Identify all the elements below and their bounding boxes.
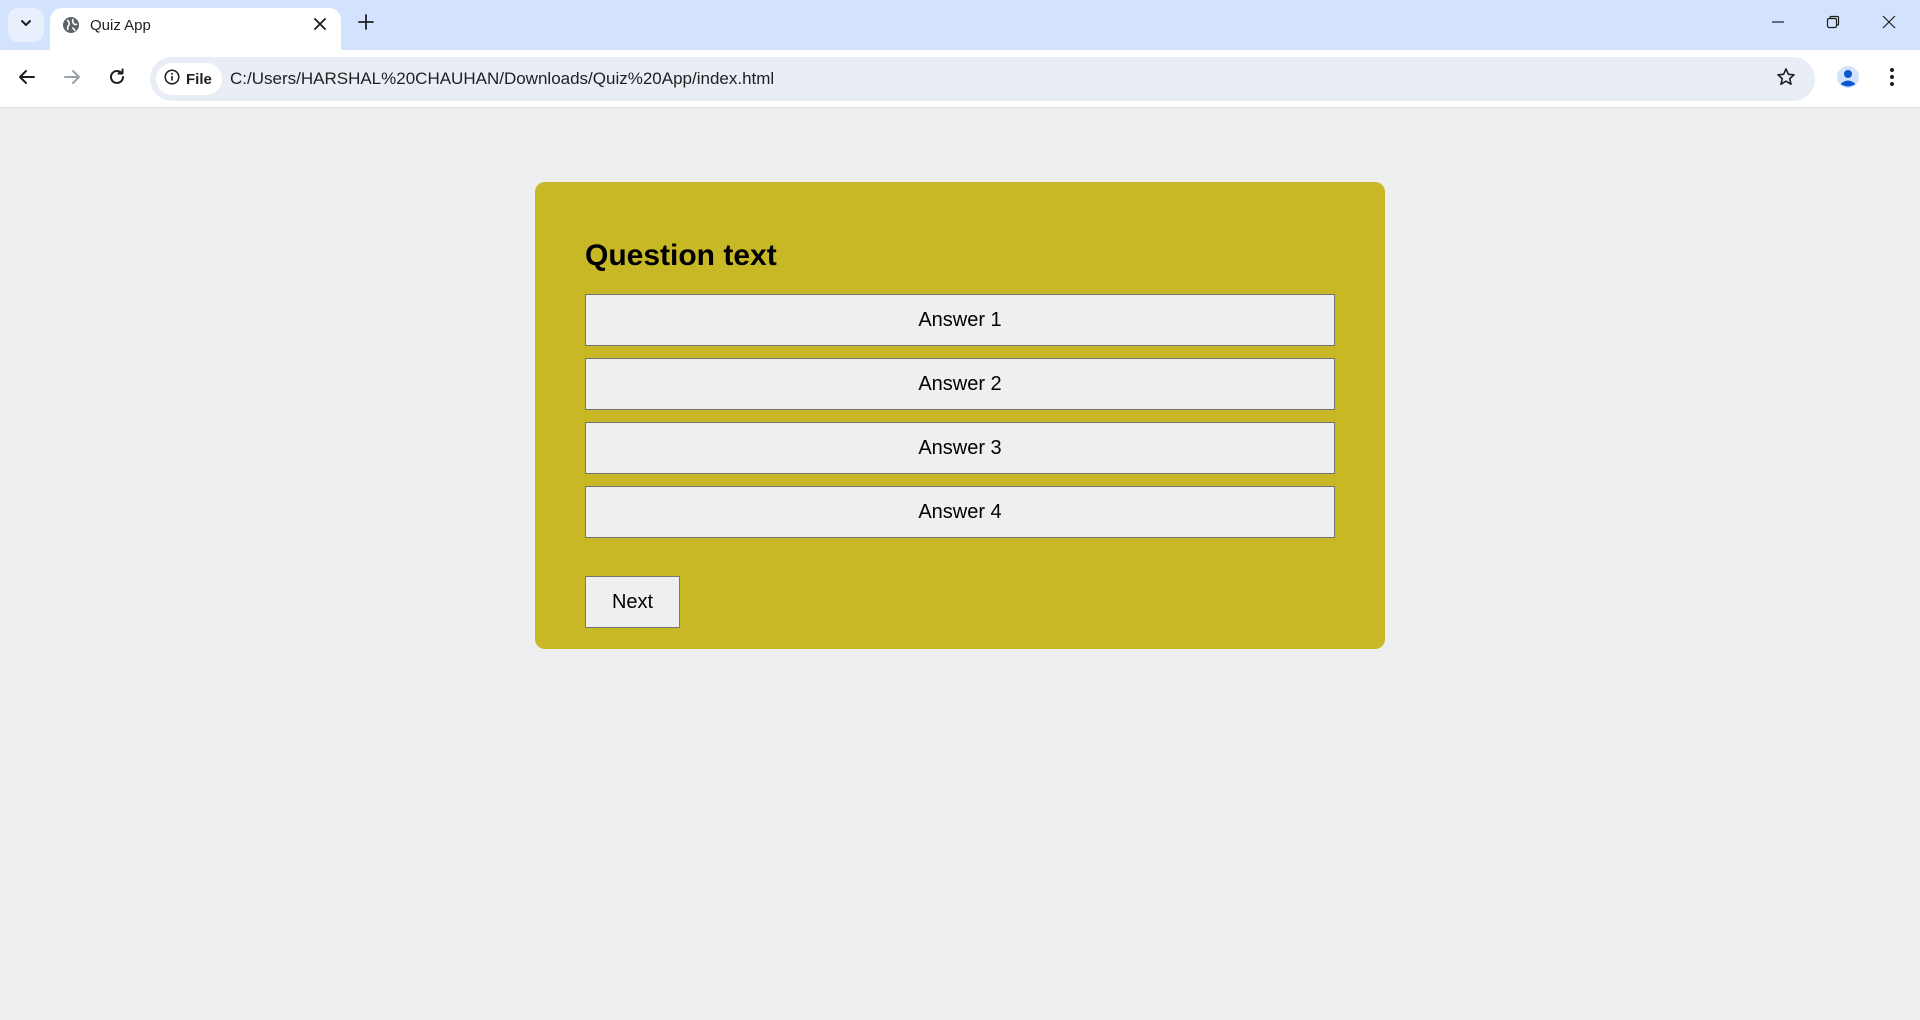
bookmark-button[interactable] (1772, 65, 1800, 93)
tab-close-button[interactable] (308, 14, 332, 38)
site-info-chip[interactable]: File (156, 63, 222, 95)
site-chip-label: File (186, 70, 212, 88)
plus-icon (358, 13, 374, 35)
minimize-icon (1771, 15, 1785, 34)
new-tab-button[interactable] (352, 10, 380, 38)
close-icon (1882, 15, 1896, 34)
answer-button-3[interactable]: Answer 3 (585, 422, 1335, 474)
reload-button[interactable] (99, 61, 135, 97)
browser-menu-button[interactable] (1874, 61, 1910, 97)
star-icon (1776, 67, 1796, 92)
chevron-down-icon (19, 16, 33, 35)
close-icon (314, 17, 326, 35)
close-window-button[interactable] (1866, 6, 1912, 42)
reload-icon (108, 68, 126, 91)
profile-icon (1836, 65, 1860, 94)
answer-button-2[interactable]: Answer 2 (585, 358, 1335, 410)
next-button[interactable]: Next (585, 576, 680, 628)
page-viewport: Question text Answer 1 Answer 2 Answer 3… (0, 108, 1920, 1020)
back-button[interactable] (9, 61, 45, 97)
answer-button-4[interactable]: Answer 4 (585, 486, 1335, 538)
kebab-menu-icon (1889, 67, 1895, 92)
tab-quiz-app[interactable]: Quiz App (50, 8, 341, 50)
restore-button[interactable] (1810, 6, 1856, 42)
quiz-card: Question text Answer 1 Answer 2 Answer 3… (535, 182, 1385, 649)
arrow-right-icon (63, 68, 81, 91)
globe-icon (62, 16, 80, 34)
forward-button[interactable] (54, 61, 90, 97)
profile-button[interactable] (1830, 61, 1866, 97)
answer-button-1[interactable]: Answer 1 (585, 294, 1335, 346)
info-icon (164, 68, 180, 90)
tab-title: Quiz App (90, 17, 151, 34)
tab-search-button[interactable] (8, 8, 44, 42)
restore-icon (1826, 15, 1840, 34)
address-bar[interactable]: File C:/Users/HARSHAL%20CHAUHAN/Download… (150, 57, 1815, 101)
tab-strip: Quiz App (0, 0, 1920, 50)
browser-toolbar: File C:/Users/HARSHAL%20CHAUHAN/Download… (0, 50, 1920, 108)
minimize-button[interactable] (1755, 6, 1801, 42)
question-text: Question text (585, 239, 777, 272)
url-text[interactable]: C:/Users/HARSHAL%20CHAUHAN/Downloads/Qui… (230, 69, 774, 89)
arrow-left-icon (18, 68, 36, 91)
